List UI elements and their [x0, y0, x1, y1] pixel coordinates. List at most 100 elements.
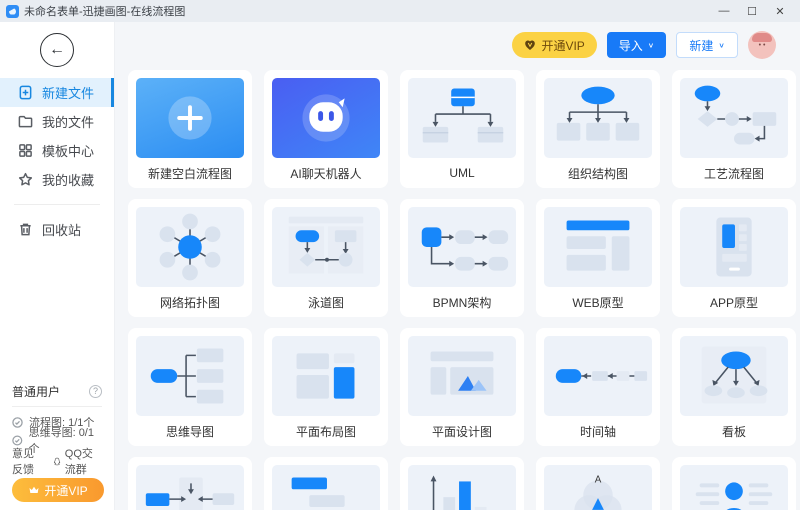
main-content: 开通VIP 导入 ∨ 新建 ∨ 新建空白流程图	[115, 22, 800, 510]
sidebar-nav: 新建文件 我的文件 模板中心 我的收藏 回收站	[0, 78, 114, 244]
process-flow-thumbnail	[680, 78, 788, 158]
card-label: 看板	[672, 416, 796, 446]
card-label: 平面布局图	[264, 416, 388, 446]
card-timeline[interactable]: 时间轴	[536, 328, 660, 446]
timeline-thumbnail	[544, 336, 652, 416]
vip-badge-icon	[524, 39, 536, 51]
qq-group-link[interactable]: QQ交流群	[65, 445, 102, 477]
sidebar-item-new-file[interactable]: 新建文件	[0, 78, 114, 107]
window-title: 未命名表单-迅捷画图-在线流程图	[24, 3, 185, 19]
card-bpmn[interactable]: BPMN架构	[400, 199, 524, 317]
graphic-design-thumbnail	[408, 336, 516, 416]
card-label: 工艺流程图	[672, 158, 796, 188]
card-label: 组织结构图	[536, 158, 660, 188]
card-app-prototype[interactable]: APP原型	[672, 199, 796, 317]
floor-layout-thumbnail	[272, 336, 380, 416]
org-chart-thumbnail	[544, 78, 652, 158]
user-panel-divider	[12, 406, 102, 407]
card-web-prototype[interactable]: WEB原型	[536, 199, 660, 317]
file-plus-icon	[18, 85, 33, 100]
crown-icon	[28, 484, 40, 496]
open-vip-button-sidebar[interactable]: 开通VIP	[12, 478, 104, 502]
plus-circle-icon	[136, 78, 244, 158]
sidebar-divider	[14, 204, 100, 205]
venn-label-a: A	[595, 474, 602, 485]
card-label: UML	[400, 158, 524, 188]
card-swimlane[interactable]: 泳道图	[264, 199, 388, 317]
kanban-thumbnail	[680, 336, 788, 416]
card-label: 平面设计图	[400, 416, 524, 446]
er-diagram-thumbnail	[136, 465, 244, 510]
card-partial-er-diagram[interactable]	[128, 457, 252, 510]
sidebar: ← 新建文件 我的文件 模板中心 我的收藏	[0, 22, 115, 510]
back-button[interactable]: ←	[40, 33, 74, 67]
top-toolbar: 开通VIP 导入 ∨ 新建 ∨	[115, 30, 776, 60]
card-new-blank-flowchart[interactable]: 新建空白流程图	[128, 70, 252, 188]
card-label: 网络拓扑图	[128, 287, 252, 317]
feedback-link[interactable]: 意见反馈	[12, 445, 45, 477]
maximize-button[interactable]: ☐	[738, 1, 766, 21]
open-vip-label: 开通VIP	[44, 482, 87, 499]
card-uml[interactable]: UML	[400, 70, 524, 188]
check-circle-icon	[12, 417, 23, 428]
trash-icon	[18, 222, 33, 237]
sidebar-item-label: 我的文件	[42, 112, 94, 131]
network-topology-thumbnail	[136, 207, 244, 287]
sidebar-item-favorites[interactable]: 我的收藏	[0, 165, 114, 194]
swimlane-thumbnail	[272, 207, 380, 287]
card-floor-layout[interactable]: 平面布局图	[264, 328, 388, 446]
close-button[interactable]: ✕	[766, 1, 794, 21]
help-icon[interactable]: ?	[89, 385, 102, 398]
sidebar-item-template-center[interactable]: 模板中心	[0, 136, 114, 165]
card-org-chart[interactable]: 组织结构图	[536, 70, 660, 188]
window-controls: — ☐ ✕	[710, 1, 794, 21]
user-panel: 普通用户 ? 流程图: 1/1个 思维导图: 0/1个 意见反馈 QQ交流群	[0, 381, 114, 510]
robot-icon	[272, 78, 380, 158]
card-label: BPMN架构	[400, 287, 524, 317]
sidebar-item-label: 回收站	[42, 220, 81, 239]
card-network-topology[interactable]: 网络拓扑图	[128, 199, 252, 317]
check-circle-icon	[12, 435, 23, 446]
open-vip-button-top[interactable]: 开通VIP	[512, 32, 596, 58]
user-type-label: 普通用户	[12, 383, 60, 400]
sidebar-item-recycle-bin[interactable]: 回收站	[0, 215, 114, 244]
bar-chart-thumbnail	[408, 465, 516, 510]
card-partial-bar-chart[interactable]	[400, 457, 524, 510]
import-label: 导入	[619, 37, 643, 54]
venn-diagram-thumbnail: ABC	[544, 465, 652, 510]
card-label: 思维导图	[128, 416, 252, 446]
card-graphic-design[interactable]: 平面设计图	[400, 328, 524, 446]
card-partial-resume[interactable]	[672, 457, 796, 510]
open-vip-top-label: 开通VIP	[541, 37, 584, 54]
card-partial-gantt[interactable]	[264, 457, 388, 510]
mindmap-thumbnail	[136, 336, 244, 416]
sidebar-item-label: 模板中心	[42, 141, 94, 160]
sidebar-item-my-files[interactable]: 我的文件	[0, 107, 114, 136]
app-prototype-thumbnail	[680, 207, 788, 287]
card-kanban[interactable]: 看板	[672, 328, 796, 446]
new-label: 新建	[689, 37, 713, 54]
sidebar-item-label: 新建文件	[42, 83, 94, 102]
app-logo-icon	[6, 5, 19, 18]
card-label: AI聊天机器人	[264, 158, 388, 188]
star-icon	[18, 172, 33, 187]
user-avatar[interactable]	[748, 31, 776, 59]
card-label: 新建空白流程图	[128, 158, 252, 188]
card-process-flow[interactable]: 工艺流程图	[672, 70, 796, 188]
card-label: APP原型	[672, 287, 796, 317]
card-ai-chatbot[interactable]: AI聊天机器人	[264, 70, 388, 188]
minimize-button[interactable]: —	[710, 1, 738, 21]
new-button[interactable]: 新建 ∨	[676, 32, 738, 58]
import-button[interactable]: 导入 ∨	[607, 32, 667, 58]
template-grid: 新建空白流程图 AI聊天机器人 UML	[115, 60, 800, 510]
template-grid-icon	[18, 143, 33, 158]
titlebar: 未命名表单-迅捷画图-在线流程图 — ☐ ✕	[0, 0, 800, 22]
sidebar-item-label: 我的收藏	[42, 170, 94, 189]
chevron-down-icon: ∨	[648, 41, 655, 50]
card-label: 泳道图	[264, 287, 388, 317]
card-partial-venn[interactable]: ABC	[536, 457, 660, 510]
gantt-thumbnail	[272, 465, 380, 510]
bpmn-thumbnail	[408, 207, 516, 287]
card-mindmap[interactable]: 思维导图	[128, 328, 252, 446]
web-prototype-thumbnail	[544, 207, 652, 287]
